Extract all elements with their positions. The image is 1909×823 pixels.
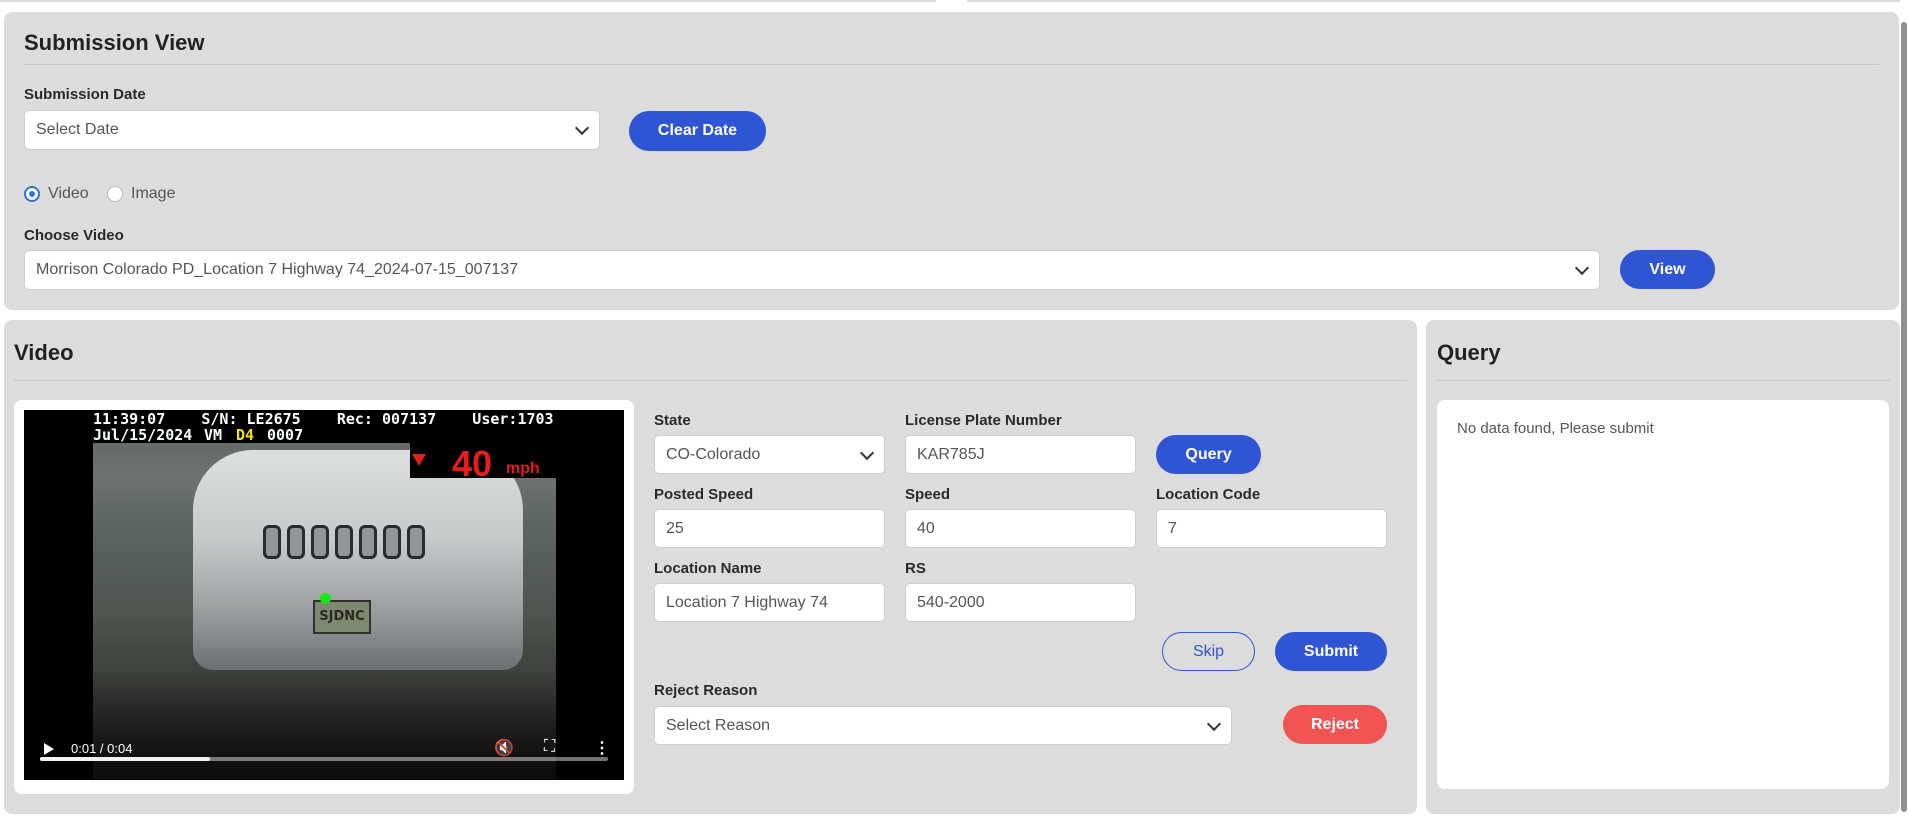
video-controls [24,670,624,780]
location-name-value: Location 7 Highway 74 [666,593,828,611]
chevron-down-icon [574,120,590,136]
speed-triangle-icon [412,454,426,466]
plate-marker-dot [320,593,331,604]
location-code-input[interactable]: 7 [1156,509,1387,548]
chevron-down-icon [1574,260,1590,276]
query-result-panel [1437,400,1889,789]
video-progress-track[interactable] [40,757,608,761]
reject-reason-placeholder: Select Reason [666,716,771,734]
vehicle-grille [263,525,453,565]
query-title: Query [1437,340,1501,365]
query-button[interactable]: Query [1156,435,1261,474]
location-name-label: Location Name [654,560,762,577]
query-empty-message: No data found, Please submit [1457,420,1654,437]
reject-reason-select[interactable]: Select Reason [654,706,1232,745]
query-divider [1437,380,1890,381]
speed-input[interactable]: 40 [905,509,1136,548]
submission-divider [24,64,1879,65]
submission-date-select[interactable]: Select Date [24,110,600,150]
video-player[interactable]: SJDNC 11:39:07 S/N: LE2675 Rec: 007137 U… [24,410,624,780]
plate-label: License Plate Number [905,412,1062,429]
rs-label: RS [905,560,926,577]
mute-icon[interactable]: 🔇 [494,738,514,758]
state-label: State [654,412,691,429]
rs-input[interactable]: 540-2000 [905,583,1136,622]
speed-label: Speed [905,486,951,503]
submission-view-title: Submission View [24,30,205,55]
fullscreen-icon[interactable]: ⛶ [544,738,555,756]
chevron-down-icon [1206,716,1222,731]
speed-overlay-unit: mph [506,460,540,477]
state-value: CO-Colorado [666,445,761,463]
state-select[interactable]: CO-Colorado [654,435,885,474]
reject-reason-label: Reject Reason [654,682,758,699]
chevron-down-icon [859,445,875,460]
osd-number: 0007 [267,426,304,444]
plate-input[interactable]: KAR785J [905,435,1136,474]
skip-button[interactable]: Skip [1162,632,1255,671]
reject-button[interactable]: Reject [1283,705,1387,744]
view-button[interactable]: View [1620,250,1715,289]
choose-video-select[interactable]: Morrison Colorado PD_Location 7 Highway … [24,250,1600,290]
location-name-input[interactable]: Location 7 Highway 74 [654,583,885,622]
rs-value: 540-2000 [917,593,985,611]
clear-date-button[interactable]: Clear Date [629,111,766,151]
radio-image-label: Image [131,185,176,202]
top-strip-right [967,0,1900,2]
osd-d4: D4 [236,426,255,444]
speed-value: 40 [917,519,935,537]
video-divider [14,380,1407,381]
radio-image[interactable] [107,186,123,202]
top-strip-left [0,0,936,2]
submission-date-label: Submission Date [24,86,146,103]
choose-video-label: Choose Video [24,227,124,244]
radio-video[interactable] [24,186,40,202]
play-icon[interactable] [44,743,54,755]
osd-date: Jul/15/2024 [93,426,193,444]
scrollbar-thumb[interactable] [1901,22,1907,812]
posted-speed-value: 25 [666,519,684,537]
video-time: 0:01 / 0:04 [71,741,133,756]
location-code-label: Location Code [1156,486,1261,503]
page-scrollbar[interactable] [1900,14,1909,818]
video-title: Video [14,340,74,365]
submission-date-placeholder: Select Date [36,121,119,138]
speed-overlay-value: 40 [452,443,493,484]
vehicle-plate: SJDNC [313,600,371,634]
osd-vm: VM [204,426,223,444]
more-vertical-icon[interactable]: ⋮ [594,738,610,758]
plate-value: KAR785J [917,445,985,463]
submit-button[interactable]: Submit [1275,632,1387,671]
top-strip [0,0,1909,8]
posted-speed-input[interactable]: 25 [654,509,885,548]
posted-speed-label: Posted Speed [654,486,754,503]
video-progress-fill [40,757,211,761]
location-code-value: 7 [1168,519,1177,537]
radio-video-label: Video [48,185,89,202]
chosen-video-value: Morrison Colorado PD_Location 7 Highway … [36,261,519,278]
